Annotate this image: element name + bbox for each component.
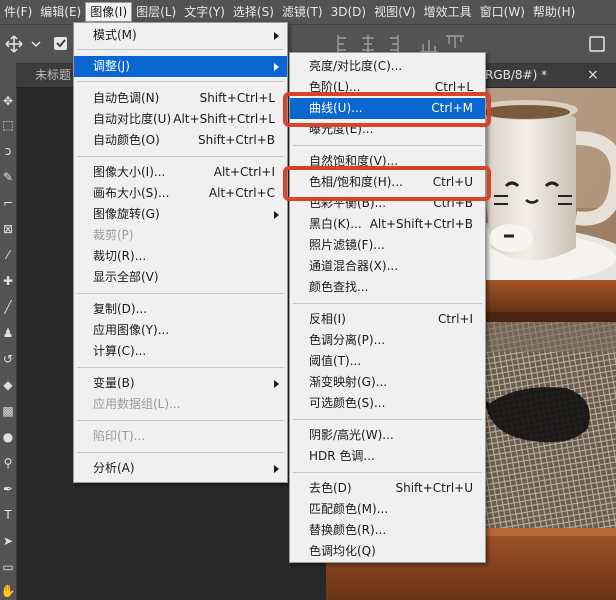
menu-3d[interactable]: 3D(D)	[327, 2, 370, 22]
shape-icon[interactable]: ▭	[0, 559, 16, 575]
highlight-box-curves	[283, 92, 491, 127]
healing-icon[interactable]: ✚	[0, 273, 16, 289]
menu-item-auto-color[interactable]: 自动颜色(O) Shift+Ctrl+B	[74, 130, 287, 151]
hand-icon[interactable]: ✋	[0, 583, 16, 599]
marquee-icon[interactable]: ⬚	[0, 117, 16, 133]
menu-item-apply-image[interactable]: 应用图像(Y)...	[74, 320, 287, 341]
menu-item-reveal-all[interactable]: 显示全部(V)	[74, 267, 287, 288]
menu-item-canvas-size[interactable]: 画布大小(S)... Alt+Ctrl+C	[74, 183, 287, 204]
menu-help[interactable]: 帮助(H)	[529, 2, 579, 22]
menu-item-image-rotation[interactable]: 图像旋转(G)	[74, 204, 287, 225]
tools-panel: ✥ ⬚ ↄ ✎ ⌐ ⊠ ⁄ ✚ ╱ ♟ ↺ ◆ ▩ ● ⚲ ✒ T ➤ ▭ ✋	[0, 63, 17, 600]
move-icon[interactable]: ✥	[0, 93, 16, 109]
eraser-icon[interactable]: ◆	[0, 377, 16, 393]
menu-separator	[293, 303, 482, 304]
menu-item-brightness-contrast[interactable]: 亮度/对比度(C)...	[290, 56, 485, 77]
menu-item-calculations[interactable]: 计算(C)...	[74, 341, 287, 362]
doc-tab-untitled[interactable]: 未标题	[35, 63, 71, 87]
highlight-box-hue-saturation	[283, 166, 491, 201]
menu-separator	[77, 156, 284, 157]
menu-layer[interactable]: 图层(L)	[132, 2, 180, 22]
menu-separator	[293, 145, 482, 146]
menu-file[interactable]: 件(F)	[0, 2, 36, 22]
menu-item-equalize[interactable]: 色调均化(Q)	[290, 541, 485, 562]
menu-select[interactable]: 选择(S)	[229, 2, 278, 22]
menu-item-desaturate[interactable]: 去色(D) Shift+Ctrl+U	[290, 478, 485, 499]
menu-view[interactable]: 视图(V)	[370, 2, 420, 22]
menu-separator	[77, 420, 284, 421]
menu-item-replace-color[interactable]: 替换颜色(R)...	[290, 520, 485, 541]
history-brush-icon[interactable]: ↺	[0, 351, 16, 367]
menu-item-selective-color[interactable]: 可选颜色(S)...	[290, 393, 485, 414]
menu-item-auto-tone[interactable]: 自动色调(N) Shift+Ctrl+L	[74, 88, 287, 109]
menu-filter[interactable]: 滤镜(T)	[278, 2, 327, 22]
menu-item-variables[interactable]: 变量(B)	[74, 373, 287, 394]
menu-separator	[77, 293, 284, 294]
menu-item-black-white[interactable]: 黑白(K)... Alt+Shift+Ctrl+B	[290, 214, 485, 235]
submenu-arrow-icon	[274, 380, 279, 388]
submenu-arrow-icon	[274, 63, 279, 71]
menu-item-auto-contrast[interactable]: 自动对比度(U) Alt+Shift+Ctrl+L	[74, 109, 287, 130]
submenu-arrow-icon	[274, 211, 279, 219]
menu-window[interactable]: 窗口(W)	[476, 2, 529, 22]
menu-item-color-lookup[interactable]: 颜色查找...	[290, 277, 485, 298]
menu-item-duplicate[interactable]: 复制(D)...	[74, 299, 287, 320]
menu-separator	[293, 419, 482, 420]
menu-separator	[293, 472, 482, 473]
menu-separator	[77, 367, 284, 368]
frame-icon[interactable]: ⊠	[0, 221, 16, 237]
image-menu: 模式(M) 调整(J) 自动色调(N) Shift+Ctrl+L 自动对比度(U…	[73, 22, 288, 483]
menu-item-image-size[interactable]: 图像大小(I)... Alt+Ctrl+I	[74, 162, 287, 183]
menu-separator	[77, 81, 284, 82]
menu-separator	[77, 49, 284, 50]
doc-tab-current[interactable]: RGB/8#) *	[485, 63, 547, 87]
menu-item-channel-mixer[interactable]: 通道混合器(X)...	[290, 256, 485, 277]
submenu-arrow-icon	[274, 465, 279, 473]
adjustments-submenu: 亮度/对比度(C)... 色阶(L)... Ctrl+L 曲线(U)... Ct…	[289, 52, 486, 563]
menu-item-apply-data-set: 应用数据组(L)...	[93, 397, 181, 411]
crop-icon[interactable]: ⌐	[0, 195, 16, 211]
menu-item-gradient-map[interactable]: 渐变映射(G)...	[290, 372, 485, 393]
pen-icon[interactable]: ✒	[0, 481, 16, 497]
menu-item-analysis[interactable]: 分析(A)	[74, 458, 287, 479]
dodge-icon[interactable]: ⚲	[0, 455, 16, 471]
menu-edit[interactable]: 编辑(E)	[36, 2, 85, 22]
path-select-icon[interactable]: ➤	[0, 533, 16, 549]
menu-item-threshold[interactable]: 阈值(T)...	[290, 351, 485, 372]
gradient-icon[interactable]: ▩	[0, 403, 16, 419]
menu-item-trim[interactable]: 裁切(R)...	[74, 246, 287, 267]
menu-bar: 件(F) 编辑(E) 图像(I) 图层(L) 文字(Y) 选择(S) 滤镜(T)…	[0, 0, 616, 24]
stamp-icon[interactable]: ♟	[0, 325, 16, 341]
menu-separator	[77, 452, 284, 453]
quick-select-icon[interactable]: ✎	[0, 169, 16, 185]
menu-item-crop: 裁剪(P)	[93, 228, 134, 242]
menu-item-match-color[interactable]: 匹配颜色(M)...	[290, 499, 485, 520]
menu-item-posterize[interactable]: 色调分离(P)...	[290, 330, 485, 351]
blur-icon[interactable]: ●	[0, 429, 16, 445]
menu-item-shadows-highlights[interactable]: 阴影/高光(W)...	[290, 425, 485, 446]
lasso-icon[interactable]: ↄ	[0, 143, 16, 159]
menu-item-photo-filter[interactable]: 照片滤镜(F)...	[290, 235, 485, 256]
menu-item-hdr-toning[interactable]: HDR 色调...	[290, 446, 485, 467]
menu-image[interactable]: 图像(I)	[85, 2, 133, 22]
menu-item-trap: 陷印(T)...	[93, 429, 146, 443]
brush-icon[interactable]: ╱	[0, 299, 16, 315]
type-icon[interactable]: T	[0, 507, 16, 523]
menu-plugins[interactable]: 增效工具	[420, 2, 476, 22]
close-tab-icon[interactable]: ×	[587, 63, 599, 87]
menu-item-mode[interactable]: 模式(M)	[74, 25, 287, 46]
eyedropper-icon[interactable]: ⁄	[0, 247, 16, 263]
menu-type[interactable]: 文字(Y)	[180, 2, 229, 22]
menu-item-invert[interactable]: 反相(I) Ctrl+I	[290, 309, 485, 330]
menu-item-adjustments[interactable]: 调整(J)	[74, 56, 287, 77]
submenu-arrow-icon	[274, 32, 279, 40]
